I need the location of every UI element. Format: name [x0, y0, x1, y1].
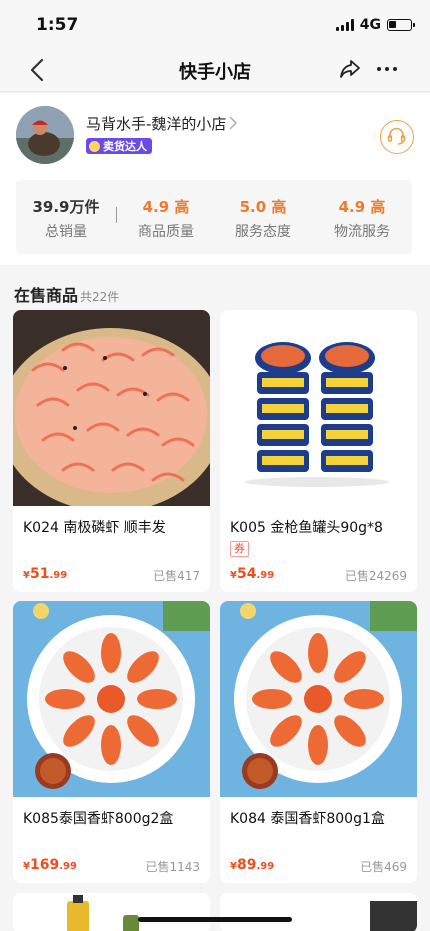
nav-bar: 快手小店 [0, 48, 430, 92]
seller-badge: 卖货达人 [86, 138, 152, 154]
price-integer: 54 [236, 566, 257, 582]
product-price: ¥169.99 [23, 857, 77, 873]
price-decimal: .99 [49, 570, 68, 581]
seller-badge-label: 卖货达人 [103, 140, 147, 153]
price-currency: ¥ [230, 570, 237, 581]
product-card[interactable]: K005 金枪鱼罐头90g*8 券 ¥54.99 已售24269 [220, 310, 417, 592]
stat-label: 服务态度 [235, 224, 291, 240]
price-decimal: .99 [256, 861, 275, 872]
shop-header: 马背水手-魏洋的小店 卖货达人 39.9万件 总销量 4.9 高 商品质量 5.… [0, 93, 430, 265]
network-type: 4G [359, 17, 381, 33]
coupon-tag: 券 [230, 541, 249, 557]
price-integer: 169 [29, 857, 60, 873]
home-indicator [138, 917, 292, 922]
stat-label: 物流服务 [334, 224, 390, 240]
product-image[interactable] [13, 601, 210, 797]
product-card[interactable]: K085泰国香虾800g2盒 ¥169.99 已售1143 [13, 601, 210, 883]
medal-icon [89, 140, 100, 152]
headset-icon [387, 127, 406, 145]
product-image[interactable] [13, 310, 210, 506]
product-price: ¥51.99 [23, 566, 67, 582]
stat-value: 4.9 高 [338, 198, 386, 216]
signal-icon [335, 19, 354, 31]
product-name: K084 泰国香虾800g1盒 [230, 811, 385, 827]
chevron-right-icon[interactable] [228, 116, 238, 130]
shop-stats: 39.9万件 总销量 4.9 高 商品质量 5.0 高 服务态度 4.9 高 物… [16, 180, 412, 254]
product-image[interactable] [220, 310, 417, 506]
product-card[interactable]: K024 南极磷虾 顺丰发 ¥51.99 已售417 [13, 310, 210, 592]
price-decimal: .99 [256, 570, 275, 581]
stat-logistics: 4.9 高 物流服务 [312, 196, 412, 241]
status-indicators: 4G [335, 17, 415, 33]
price-decimal: .99 [59, 861, 77, 872]
products-section-header: 在售商品 共22件 [14, 282, 119, 306]
product-name: K005 金枪鱼罐头90g*8 [230, 520, 383, 536]
status-bar: 1:57 4G [0, 0, 430, 48]
stat-service-attitude: 5.0 高 服务态度 [213, 196, 313, 241]
page-title: 快手小店 [179, 62, 251, 83]
product-card-partial[interactable] [13, 893, 210, 931]
product-price: ¥89.99 [230, 857, 274, 873]
more-icon[interactable] [374, 57, 400, 81]
stat-value: 39.9万件 [32, 198, 100, 216]
price-integer: 51 [29, 566, 50, 582]
product-price: ¥54.99 [230, 566, 274, 582]
stat-label: 商品质量 [138, 224, 194, 240]
product-sold-count: 已售24269 [344, 569, 407, 583]
customer-service-button[interactable] [380, 120, 414, 154]
stat-label: 总销量 [45, 224, 87, 240]
product-image[interactable] [220, 893, 417, 931]
product-count: 共22件 [80, 290, 120, 304]
price-currency: ¥ [230, 861, 237, 872]
stat-product-quality: 4.9 高 商品质量 [116, 196, 216, 241]
price-currency: ¥ [23, 570, 30, 581]
product-card[interactable]: K084 泰国香虾800g1盒 ¥89.99 已售469 [220, 601, 417, 883]
price-integer: 89 [236, 857, 257, 873]
share-icon[interactable] [338, 57, 362, 81]
product-sold-count: 已售469 [360, 860, 407, 874]
stat-value: 5.0 高 [239, 198, 287, 216]
product-name: K085泰国香虾800g2盒 [23, 811, 174, 827]
stat-value: 4.9 高 [142, 198, 190, 216]
section-title: 在售商品 [14, 286, 79, 305]
price-currency: ¥ [23, 861, 30, 872]
stat-total-sales: 39.9万件 总销量 [16, 196, 116, 241]
product-card-partial[interactable] [220, 893, 417, 931]
battery-icon [387, 19, 415, 31]
product-image[interactable] [13, 893, 210, 931]
status-time: 1:57 [36, 15, 79, 35]
product-sold-count: 已售417 [153, 569, 200, 583]
product-sold-count: 已售1143 [145, 860, 200, 874]
shop-name[interactable]: 马背水手-魏洋的小店 [86, 113, 226, 134]
shop-avatar[interactable] [16, 106, 74, 164]
product-name: K024 南极磷虾 顺丰发 [23, 520, 166, 536]
product-image[interactable] [220, 601, 417, 797]
